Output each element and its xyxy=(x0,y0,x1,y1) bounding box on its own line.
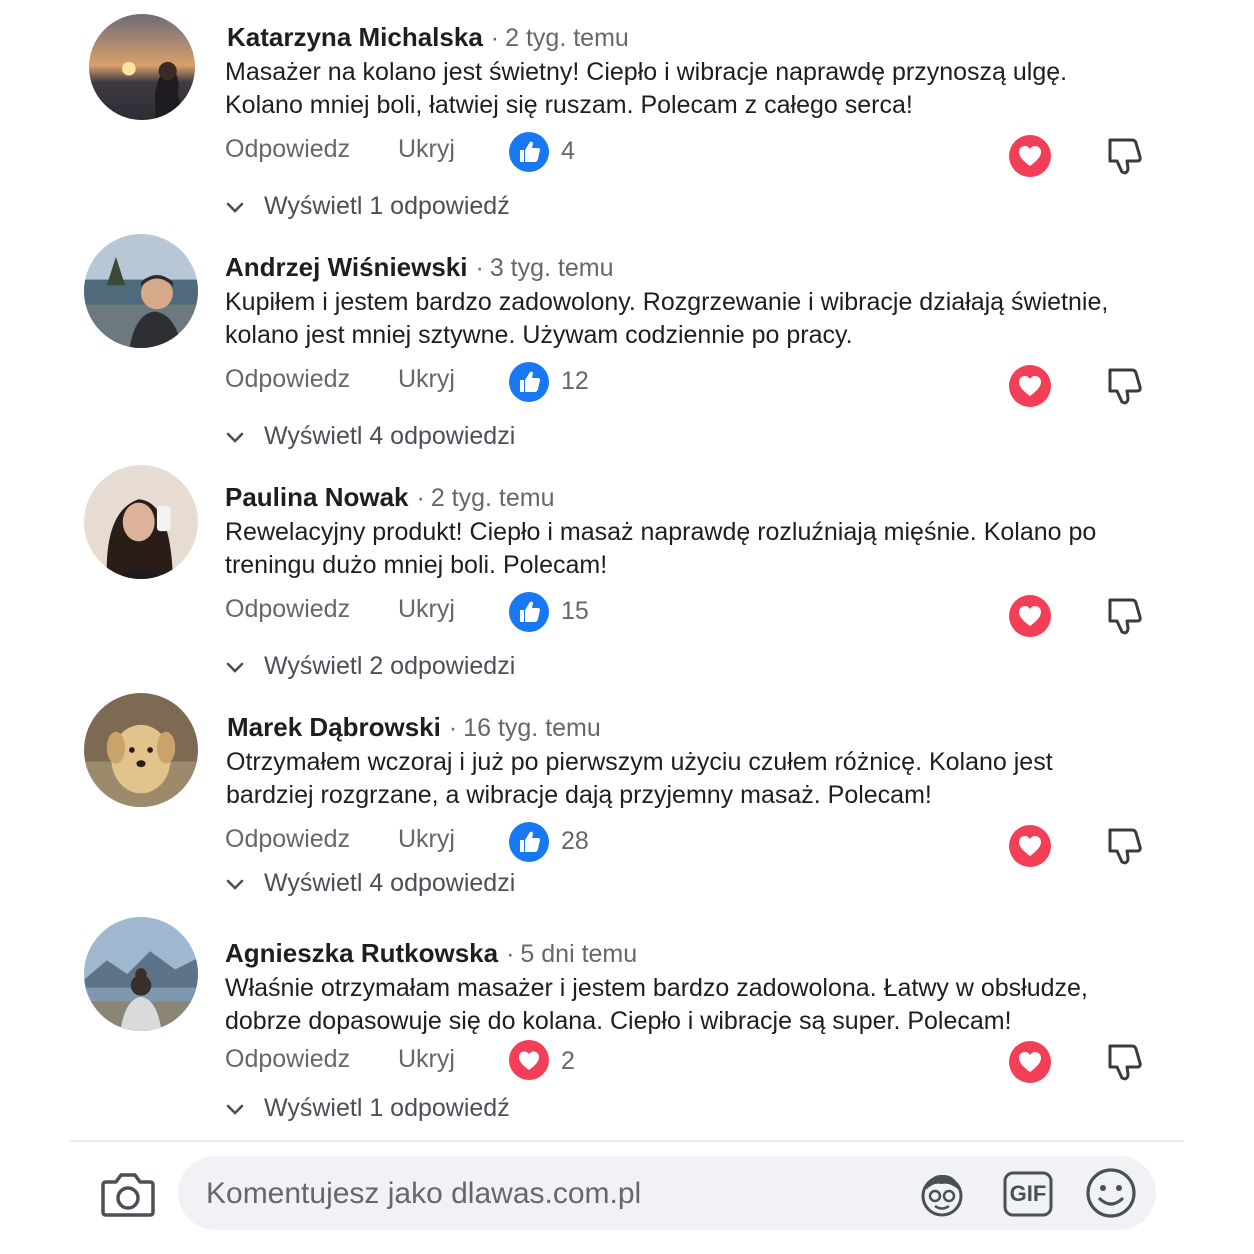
love-icon[interactable] xyxy=(1008,1040,1052,1084)
thumbs-down-icon[interactable] xyxy=(1102,594,1144,636)
author-name[interactable]: Katarzyna Michalska xyxy=(227,22,483,52)
like-icon xyxy=(509,362,549,402)
comment-item: Marek Dąbrowski · 16 tyg. temu Otrzymałem … xyxy=(0,693,1254,932)
hide-button[interactable]: Ukryj xyxy=(398,365,455,394)
comment-item: Katarzyna Michalska · 2 tyg. temu Masażer … xyxy=(0,12,1254,242)
view-replies-button[interactable]: Wyświetl 1 odpowiedź xyxy=(224,192,510,221)
view-replies-button[interactable]: Wyświetl 1 odpowiedź xyxy=(224,1094,510,1123)
thumbs-down-icon[interactable] xyxy=(1102,134,1144,176)
comment-text-line: Rewelacyjny produkt! Ciepło i masaż napr… xyxy=(225,518,1097,546)
comment-header: Andrzej Wiśniewski · 3 tyg. temu xyxy=(225,252,614,283)
chevron-down-icon xyxy=(226,202,244,213)
separator-dot: · xyxy=(416,484,425,512)
reaction-count: 12 xyxy=(561,367,589,395)
chevron-down-icon xyxy=(226,662,244,673)
view-replies-label: Wyświetl 2 odpowiedzi xyxy=(264,652,516,680)
reply-button[interactable]: Odpowiedz xyxy=(225,595,350,624)
view-replies-button[interactable]: Wyświetl 4 odpowiedzi xyxy=(224,869,515,898)
comment-item: Andrzej Wiśniewski · 3 tyg. temu Kupiłem i… xyxy=(0,234,1254,472)
separator-dot: · xyxy=(506,940,515,968)
timestamp: 2 tyg. temu xyxy=(505,24,629,52)
reply-button[interactable]: Odpowiedz xyxy=(225,135,350,164)
view-replies-label: Wyświetl 4 odpowiedzi xyxy=(264,422,516,450)
avatar[interactable] xyxy=(84,234,198,348)
separator-dot: · xyxy=(475,254,484,282)
timestamp: 5 dni temu xyxy=(520,940,638,968)
comment-text: Właśnie otrzymałam masażer i jestem bard… xyxy=(225,972,1125,1038)
avatar[interactable] xyxy=(84,917,198,1031)
reply-button[interactable]: Odpowiedz xyxy=(225,1045,350,1074)
like-icon xyxy=(509,132,549,172)
avatar-sticker-icon[interactable] xyxy=(916,1168,968,1220)
reply-button[interactable]: Odpowiedz xyxy=(225,825,350,854)
comment-item: Paulina Nowak · 2 tyg. temu Rewelacyjny pr… xyxy=(0,465,1254,702)
thumbs-down-icon[interactable] xyxy=(1102,824,1144,866)
comment-header: Marek Dąbrowski · 16 tyg. temu xyxy=(227,712,601,743)
gif-label: GIF xyxy=(1009,1181,1047,1206)
comment-text-line: Masażer na kolano jest świetny! Ciepło i… xyxy=(225,58,1068,86)
separator-dot: · xyxy=(448,714,458,742)
camera-icon[interactable] xyxy=(100,1168,156,1220)
comment-header: Katarzyna Michalska · 2 tyg. temu xyxy=(227,22,629,53)
gif-button[interactable]: GIF xyxy=(1002,1168,1054,1220)
comment-text-line: dobrze dopasowuje się do kolana. Ciepło … xyxy=(225,1007,1012,1035)
thumbs-down-icon[interactable] xyxy=(1102,364,1144,406)
reaction-count: 28 xyxy=(561,827,589,855)
chevron-down-icon xyxy=(226,432,244,443)
comment-item: Agnieszka Rutkowska · 5 dni temu Właśnie o… xyxy=(0,917,1254,1158)
comment-composer: GIF xyxy=(178,1156,1156,1232)
author-name[interactable]: Andrzej Wiśniewski xyxy=(225,252,468,282)
separator-dot: · xyxy=(490,24,500,52)
view-replies-label: Wyświetl 4 odpowiedzi xyxy=(264,869,516,897)
love-icon[interactable] xyxy=(1008,594,1052,638)
love-icon[interactable] xyxy=(1008,364,1052,408)
avatar[interactable] xyxy=(89,14,195,120)
reaction-count: 2 xyxy=(561,1047,575,1075)
view-replies-button[interactable]: Wyświetl 4 odpowiedzi xyxy=(224,422,515,451)
love-icon[interactable] xyxy=(1008,134,1052,178)
view-replies-label: Wyświetl 1 odpowiedź xyxy=(264,192,510,220)
comment-text-line: Kupiłem i jestem bardzo zadowolony. Rozg… xyxy=(225,288,1109,316)
reaction-count: 4 xyxy=(561,137,575,165)
reaction-count: 15 xyxy=(561,597,589,625)
hide-button[interactable]: Ukryj xyxy=(398,1045,455,1074)
comment-text: Kupiłem i jestem bardzo zadowolony. Rozg… xyxy=(225,286,1125,352)
chevron-down-icon xyxy=(226,1104,244,1115)
hide-button[interactable]: Ukryj xyxy=(398,595,455,624)
comment-text-line: Właśnie otrzymałam masażer i jestem bard… xyxy=(225,974,1088,1002)
like-icon xyxy=(509,592,549,632)
hide-button[interactable]: Ukryj xyxy=(398,135,455,164)
author-name[interactable]: Agnieszka Rutkowska xyxy=(225,938,498,968)
comment-text-line: treningu dużo mniej boli. Polecam! xyxy=(225,551,608,579)
timestamp: 2 tyg. temu xyxy=(430,484,555,512)
view-replies-button[interactable]: Wyświetl 2 odpowiedzi xyxy=(224,652,515,681)
love-icon xyxy=(509,1040,549,1080)
comment-text-line: Otrzymałem wczoraj i już po pierwszym uż… xyxy=(226,748,1053,776)
comment-text: Otrzymałem wczoraj i już po pierwszym uż… xyxy=(226,746,1126,812)
comment-text-line: bardziej rozgrzane, a wibracje dają przy… xyxy=(226,781,932,809)
avatar[interactable] xyxy=(84,693,198,807)
author-name[interactable]: Marek Dąbrowski xyxy=(227,712,441,742)
emoji-icon[interactable] xyxy=(1084,1166,1138,1220)
comment-text: Rewelacyjny produkt! Ciepło i masaż napr… xyxy=(225,516,1125,582)
comment-text: Masażer na kolano jest świetny! Ciepło i… xyxy=(225,56,1125,122)
thumbs-down-icon[interactable] xyxy=(1102,1040,1144,1082)
like-icon xyxy=(509,822,549,862)
comment-header: Paulina Nowak · 2 tyg. temu xyxy=(225,482,555,513)
author-name[interactable]: Paulina Nowak xyxy=(225,482,409,512)
avatar[interactable] xyxy=(84,465,198,579)
hide-button[interactable]: Ukryj xyxy=(398,825,455,854)
comment-text-line: kolano jest mniej sztywne. Używam codzie… xyxy=(225,321,853,349)
comment-input[interactable] xyxy=(204,1156,888,1232)
love-icon[interactable] xyxy=(1008,824,1052,868)
comment-header: Agnieszka Rutkowska · 5 dni temu xyxy=(225,938,637,969)
view-replies-label: Wyświetl 1 odpowiedź xyxy=(264,1094,510,1122)
timestamp: 3 tyg. temu xyxy=(489,254,614,282)
comment-text-line: Kolano mniej boli, łatwiej się ruszam. P… xyxy=(225,91,913,119)
composer-divider xyxy=(70,1140,1184,1142)
reply-button[interactable]: Odpowiedz xyxy=(225,365,350,394)
chevron-down-icon xyxy=(226,879,244,890)
timestamp: 16 tyg. temu xyxy=(463,714,601,742)
